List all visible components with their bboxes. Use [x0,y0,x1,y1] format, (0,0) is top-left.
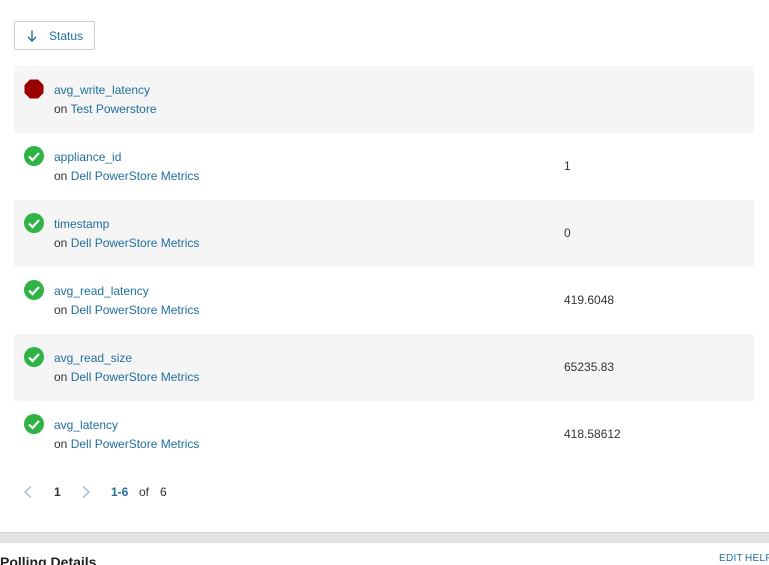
stop-octagon-icon [24,79,44,99]
help-link[interactable]: HELP [745,553,769,564]
list-item: avg_latency on Dell PowerStore Metrics 4… [14,401,754,468]
page-total: 6 [160,485,167,499]
source-link[interactable]: Dell PowerStore Metrics [71,169,200,183]
metric-name-link[interactable]: avg_write_latency [54,83,150,97]
metric-name-link[interactable]: appliance_id [54,150,121,164]
edit-link[interactable]: EDIT [719,553,743,564]
source-link[interactable]: Dell PowerStore Metrics [71,236,200,250]
metric-value: 419.6048 [564,293,615,307]
source-prefix: on [54,102,68,116]
metric-name-link[interactable]: avg_read_latency [54,284,149,298]
list-item: appliance_id on Dell PowerStore Metrics … [14,133,754,200]
list-item: avg_read_latency on Dell PowerStore Metr… [14,267,754,334]
list-item: avg_write_latency on Test Powerstore [14,66,754,133]
section-divider [0,532,769,543]
metric-source: on Test Powerstore [54,102,157,116]
metric-name-link[interactable]: timestamp [54,217,109,231]
metric-value: 65235.83 [564,360,615,374]
source-link[interactable]: Dell PowerStore Metrics [71,370,200,384]
metric-value: 1 [564,159,571,173]
metric-value: 0 [564,226,571,240]
metric-source: on Dell PowerStore Metrics [54,236,199,250]
polling-details-title: Polling Details [0,554,97,565]
metric-source: on Dell PowerStore Metrics [54,437,199,451]
metric-name-link[interactable]: avg_latency [54,418,118,432]
pagination: 1 1-6 of 6 [20,482,320,502]
sort-by-status-button[interactable]: Status [14,21,95,50]
metrics-list: avg_write_latency on Test Powerstore app… [14,66,754,468]
source-link[interactable]: Test Powerstore [70,102,156,116]
arrow-down-icon [27,30,37,42]
metric-name-link[interactable]: avg_read_size [54,351,132,365]
check-circle-icon [24,146,44,166]
list-item: timestamp on Dell PowerStore Metrics 0 [14,200,754,267]
list-item: avg_read_size on Dell PowerStore Metrics… [14,334,754,401]
source-prefix: on [54,236,68,250]
sort-label: Status [49,28,84,43]
source-link[interactable]: Dell PowerStore Metrics [71,437,200,451]
check-circle-icon [24,213,44,233]
check-circle-icon [24,280,44,300]
page-of-label: of [139,485,150,499]
check-circle-icon [24,414,44,434]
current-page: 1 [54,485,61,499]
page-range: 1-6 [111,485,129,499]
metric-source: on Dell PowerStore Metrics [54,303,199,317]
metric-source: on Dell PowerStore Metrics [54,169,199,183]
chevron-left-icon[interactable] [22,485,34,499]
chevron-right-icon[interactable] [80,485,92,499]
source-prefix: on [54,303,68,317]
metric-value: 418.58612 [564,427,621,441]
check-circle-icon [24,347,44,367]
source-prefix: on [54,169,68,183]
source-link[interactable]: Dell PowerStore Metrics [71,303,200,317]
source-prefix: on [54,437,68,451]
metric-source: on Dell PowerStore Metrics [54,370,199,384]
source-prefix: on [54,370,68,384]
